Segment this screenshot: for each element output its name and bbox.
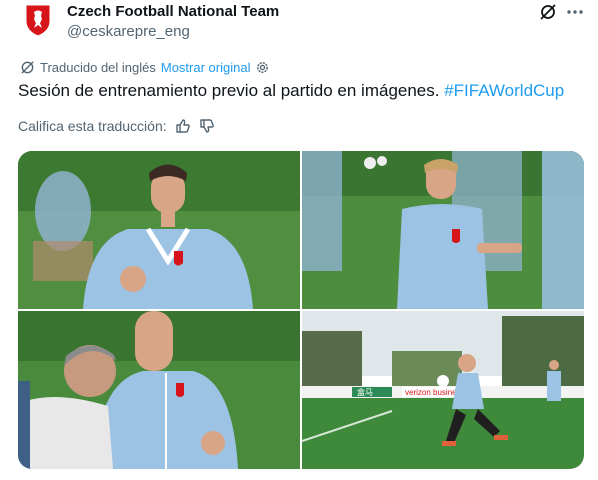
author-name[interactable]: Czech Football National Team: [67, 3, 279, 20]
thumbs-up-icon[interactable]: [175, 118, 191, 134]
translation-notice: Traducido del inglés Mostrar original: [20, 58, 275, 76]
media-grid: 盒马 verizon business: [18, 151, 584, 469]
photo-2[interactable]: [302, 151, 584, 309]
board-text: 盒马: [357, 387, 373, 397]
hashtag-link[interactable]: #FIFAWorldCup: [444, 81, 564, 100]
translated-label: Traducido del inglés: [40, 59, 156, 75]
translation-rating: Califica esta traducción:: [18, 118, 215, 134]
tweet-header: Czech Football National Team @ceskarepre…: [0, 0, 598, 50]
photo-4[interactable]: 盒马 verizon business: [302, 311, 584, 469]
translate-icon: [21, 60, 34, 74]
photo-3[interactable]: [18, 311, 300, 469]
more-icon[interactable]: [565, 2, 585, 22]
rating-label: Califica esta traducción:: [18, 118, 167, 134]
thumbs-down-icon[interactable]: [199, 118, 215, 134]
gear-icon[interactable]: [255, 60, 275, 75]
author-handle[interactable]: @ceskarepre_eng: [67, 23, 190, 40]
tweet-text: Sesión de entrenamiento previo al partid…: [18, 80, 564, 102]
grok-icon[interactable]: [538, 2, 558, 22]
tweet-body: Sesión de entrenamiento previo al partid…: [18, 81, 445, 100]
photo-1[interactable]: [18, 151, 300, 309]
czech-crest-icon[interactable]: [23, 3, 53, 37]
show-original-link[interactable]: Mostrar original: [161, 60, 251, 75]
